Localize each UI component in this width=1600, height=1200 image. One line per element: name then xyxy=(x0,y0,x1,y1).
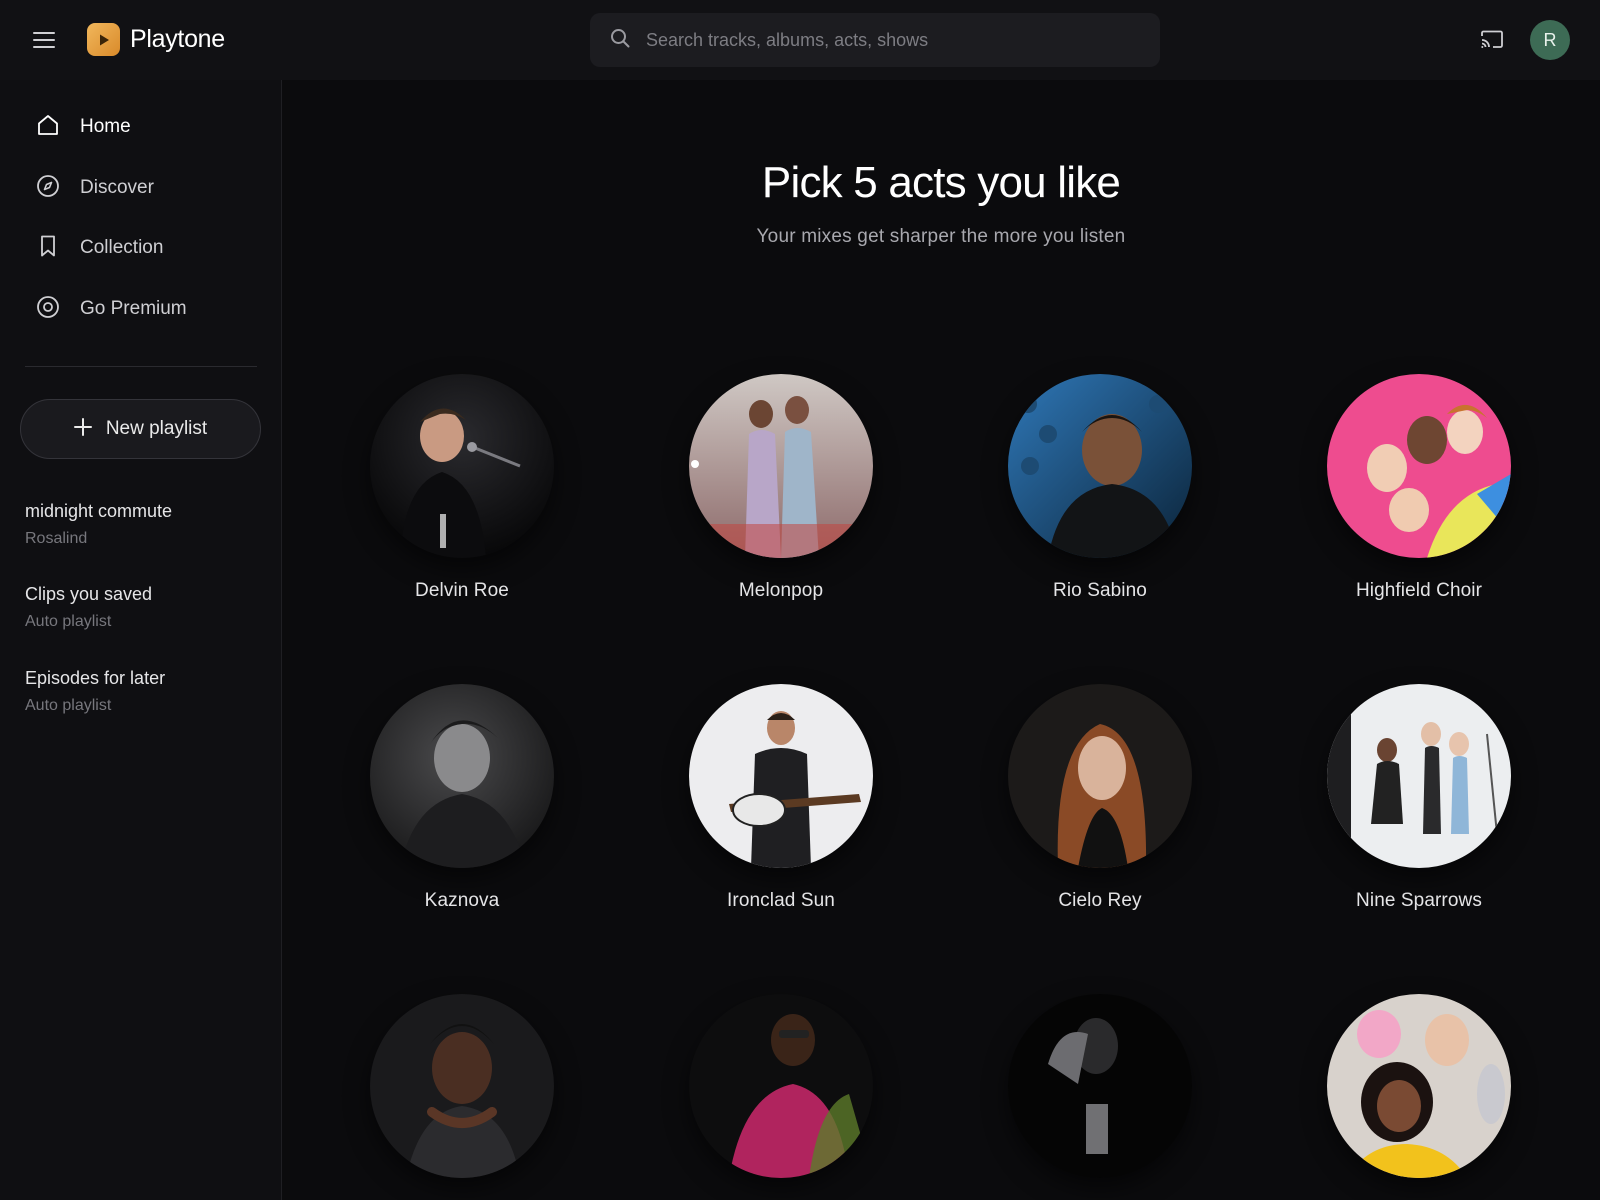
act-photo xyxy=(1008,374,1192,558)
act-name: Nine Sparrows xyxy=(1356,890,1482,911)
playlist-subtitle: Auto playlist xyxy=(25,613,112,630)
act-card[interactable]: Nine Sparrows xyxy=(1299,684,1539,912)
act-card[interactable]: Rio Sabino xyxy=(980,374,1220,602)
sidebar: Home Discover Collection Go Premium New … xyxy=(0,80,282,1200)
act-photo xyxy=(1327,374,1511,558)
playlist-item[interactable]: Clips you saved Auto playlist xyxy=(25,582,265,633)
act-name: Ironclad Sun xyxy=(727,890,835,911)
playlist-title: Episodes for later xyxy=(25,668,166,688)
home-icon xyxy=(36,113,60,142)
act-card[interactable] xyxy=(661,994,901,1200)
premium-icon xyxy=(36,295,60,324)
playlist-item[interactable]: Episodes for later Auto playlist xyxy=(25,666,265,717)
new-playlist-button[interactable]: New playlist xyxy=(20,399,261,459)
act-name: Kaznova xyxy=(424,890,500,911)
plus-icon xyxy=(73,417,92,441)
act-photo xyxy=(370,684,554,868)
playlist-subtitle: Auto playlist xyxy=(25,697,112,714)
search-input[interactable] xyxy=(646,29,1160,51)
act-card[interactable] xyxy=(342,994,582,1200)
new-playlist-label: New playlist xyxy=(105,418,208,439)
act-name: Cielo Rey xyxy=(1058,890,1142,911)
act-card[interactable]: Ironclad Sun xyxy=(661,684,901,912)
page-subtitle: Your mixes get sharper the more you list… xyxy=(756,226,1126,247)
playlist-subtitle: Rosalind xyxy=(25,530,88,547)
act-name: Highfield Choir xyxy=(1355,580,1483,601)
act-card[interactable]: Highfield Choir xyxy=(1299,374,1539,602)
sidebar-divider xyxy=(25,366,257,367)
hamburger-menu-icon[interactable] xyxy=(30,26,58,54)
act-card[interactable]: Melonpop xyxy=(661,374,901,602)
act-card[interactable]: Delvin Roe xyxy=(342,374,582,602)
act-photo xyxy=(689,374,873,558)
act-photo xyxy=(689,994,873,1178)
playlist-title: Clips you saved xyxy=(25,584,153,604)
act-photo xyxy=(370,994,554,1178)
act-card[interactable] xyxy=(1299,994,1539,1200)
app-logo[interactable]: Playtone xyxy=(87,23,225,56)
sidebar-item-label: Go Premium xyxy=(80,298,187,319)
sidebar-item-go-premium[interactable]: Go Premium xyxy=(20,284,260,334)
page-title: Pick 5 acts you like xyxy=(761,158,1121,207)
sidebar-item-label: Collection xyxy=(80,237,164,258)
act-name: Delvin Roe xyxy=(415,580,509,601)
sidebar-item-collection[interactable]: Collection xyxy=(20,223,260,273)
playlist-title: midnight commute xyxy=(25,501,173,521)
act-photo xyxy=(689,684,873,868)
act-photo xyxy=(1008,994,1192,1178)
act-photo xyxy=(1008,684,1192,868)
act-name: Rio Sabino xyxy=(1053,580,1147,601)
act-card[interactable]: Cielo Rey xyxy=(980,684,1220,912)
act-card[interactable]: Kaznova xyxy=(342,684,582,912)
sidebar-item-label: Home xyxy=(80,116,131,137)
app-name: Playtone xyxy=(130,25,225,53)
play-logo-icon xyxy=(87,23,120,56)
sidebar-item-discover[interactable]: Discover xyxy=(20,163,260,213)
search-bar[interactable] xyxy=(590,13,1160,67)
top-bar: Playtone R xyxy=(0,0,1600,80)
bookmark-icon xyxy=(36,234,60,263)
search-icon xyxy=(610,28,630,53)
act-card[interactable] xyxy=(980,994,1220,1200)
cast-icon[interactable] xyxy=(1478,26,1506,54)
compass-icon xyxy=(36,174,60,203)
sidebar-item-label: Discover xyxy=(80,177,154,198)
act-name: Melonpop xyxy=(738,580,824,601)
playlist-item[interactable]: midnight commute Rosalind xyxy=(25,499,265,550)
act-photo xyxy=(370,374,554,558)
user-avatar[interactable]: R xyxy=(1530,20,1570,60)
act-photo xyxy=(1327,994,1511,1178)
act-photo xyxy=(1327,684,1511,868)
acts-grid: Delvin Roe Melonpop Rio Sabino Highfield… xyxy=(330,374,1600,1200)
sidebar-item-home[interactable]: Home xyxy=(20,102,260,152)
